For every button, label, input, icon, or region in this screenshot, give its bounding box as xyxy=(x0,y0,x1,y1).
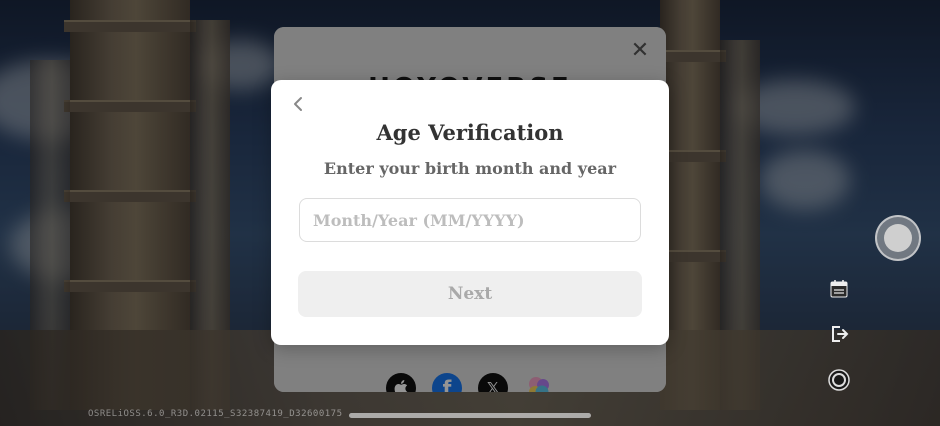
birth-month-year-input[interactable] xyxy=(299,198,641,242)
camera-control-button[interactable] xyxy=(875,215,921,261)
next-button[interactable]: Next xyxy=(298,271,642,317)
build-version-text: OSRELiOSS.6.0_R3D.02115_S32387419_D32600… xyxy=(88,409,343,419)
home-indicator[interactable] xyxy=(349,413,591,418)
dialog-title: Age Verification xyxy=(376,120,564,145)
age-verification-dialog: Age Verification Enter your birth month … xyxy=(271,80,669,345)
dialog-subtitle: Enter your birth month and year xyxy=(323,159,617,178)
record-icon[interactable] xyxy=(827,368,851,392)
back-arrow-icon[interactable] xyxy=(289,94,309,114)
exit-icon[interactable] xyxy=(828,323,850,345)
calendar-icon[interactable] xyxy=(828,278,850,300)
